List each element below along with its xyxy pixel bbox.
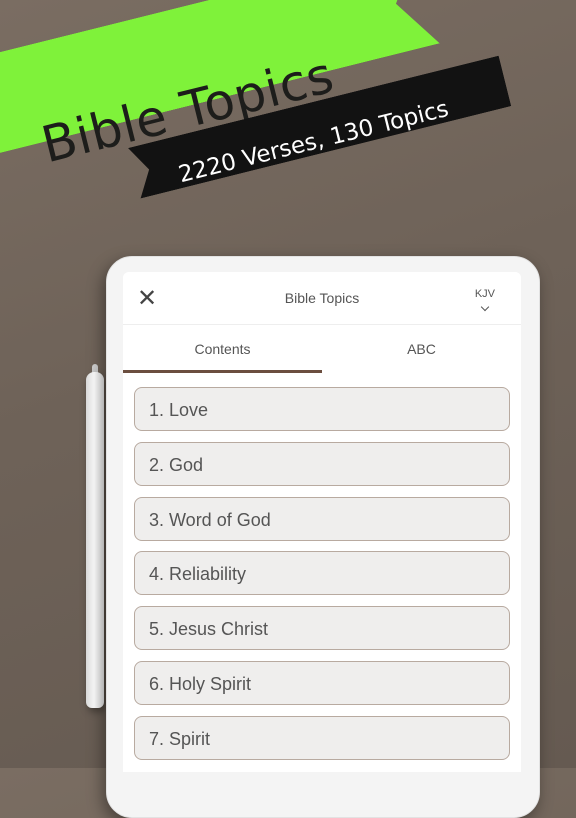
chevron-down-icon	[480, 302, 490, 312]
stylus-pencil	[86, 372, 104, 708]
tab-abc[interactable]: ABC	[322, 325, 521, 373]
topic-item-god[interactable]: 2. God	[134, 441, 510, 486]
topic-item-love[interactable]: 1. Love	[134, 387, 510, 431]
topic-list: 1. Love 2. God 3. Word of God 4. Reliabi…	[134, 387, 510, 771]
top-bar: ✕ Bible Topics KJV	[123, 272, 521, 325]
tab-bar: Contents ABC	[123, 325, 521, 373]
tab-contents[interactable]: Contents	[123, 325, 322, 373]
page-title: Bible Topics	[284, 290, 360, 306]
topic-item-holy-spirit[interactable]: 6. Holy Spirit	[134, 660, 510, 705]
app-screen: ✕ Bible Topics KJV Contents ABC 1. Love …	[123, 272, 521, 772]
topic-item-word-of-god[interactable]: 3. Word of God	[134, 496, 510, 541]
version-selector[interactable]: KJV	[474, 288, 495, 312]
topic-item-jesus-christ[interactable]: 5. Jesus Christ	[134, 606, 510, 651]
topic-item-reliability[interactable]: 4. Reliability	[134, 551, 510, 596]
version-label: KJV	[474, 288, 495, 300]
topic-item-spirit[interactable]: 7. Spirit	[134, 715, 510, 760]
